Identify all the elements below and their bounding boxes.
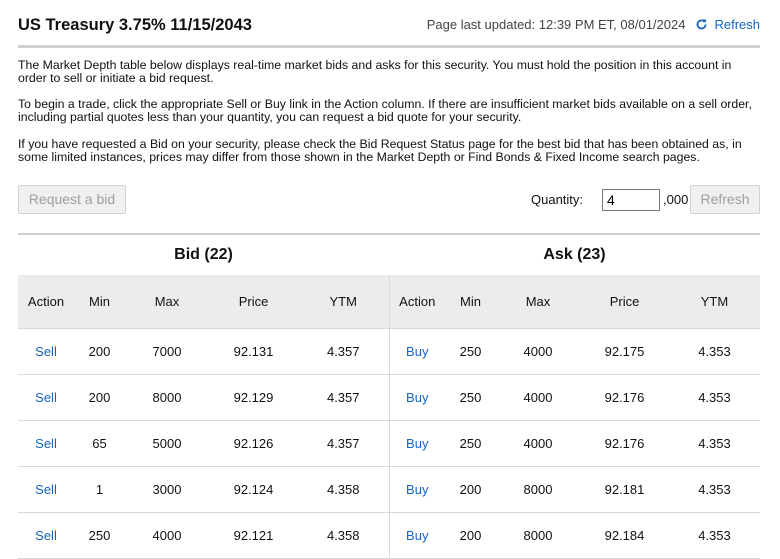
ask-ytm: 4.353 [669,512,760,559]
ask-col-max: Max [496,275,580,329]
sell-link[interactable]: Sell [35,528,57,543]
bid-price: 92.129 [209,374,298,421]
bid-min: 200 [74,374,125,421]
bid-ytm: 4.357 [298,374,389,421]
bid-col-min: Min [74,275,125,329]
ask-price: 92.175 [580,328,669,375]
sell-link[interactable]: Sell [35,436,57,451]
bid-max: 5000 [125,420,209,467]
quantity-suffix: ,000 [663,192,689,207]
bid-max: 4000 [125,512,209,559]
bid-min: 200 [74,328,125,375]
refresh-link-label: Refresh [714,17,760,32]
refresh-icon [697,19,707,30]
page-title: US Treasury 3.75% 11/15/2043 [18,16,252,34]
buy-link[interactable]: Buy [406,344,428,359]
bid-col-ytm: YTM [298,275,389,329]
refresh-link[interactable]: Refresh [695,17,760,32]
ask-col-price: Price [580,275,669,329]
ask-min: 250 [445,420,496,467]
bid-price: 92.131 [209,328,298,375]
buy-link[interactable]: Buy [406,482,428,497]
quantity-input[interactable] [602,189,660,211]
bid-col-action: Action [18,275,74,329]
sell-link[interactable]: Sell [35,344,57,359]
table-row: Sell 1 3000 92.124 4.358 Buy 200 8000 92… [18,466,760,513]
ask-ytm: 4.353 [669,374,760,421]
ask-price: 92.181 [580,466,669,513]
bid-min: 250 [74,512,125,559]
sell-link[interactable]: Sell [35,390,57,405]
intro-paragraph-2: To begin a trade, click the appropriate … [18,97,752,124]
table-row: Sell 250 4000 92.121 4.358 Buy 200 8000 … [18,512,760,559]
ask-max: 4000 [496,374,580,421]
ask-price: 92.176 [580,374,669,421]
ask-min: 250 [445,328,496,375]
buy-link[interactable]: Buy [406,390,428,405]
last-updated-bar: Page last updated: 12:39 PM ET, 08/01/20… [427,17,760,32]
bid-price: 92.124 [209,466,298,513]
buy-link[interactable]: Buy [406,436,428,451]
quantity-label: Quantity: [531,192,584,207]
intro-paragraph-3: If you have requested a Bid on your secu… [18,137,742,164]
ask-max: 4000 [496,328,580,375]
ask-max: 4000 [496,420,580,467]
bid-ytm: 4.358 [298,512,389,559]
table-row: Sell 200 8000 92.129 4.357 Buy 250 4000 … [18,374,760,421]
ask-col-action: Action [388,275,445,329]
ask-ytm: 4.353 [669,328,760,375]
section-divider [18,233,760,235]
intro-paragraph-1: The Market Depth table below displays re… [18,58,732,85]
bid-max: 3000 [125,466,209,513]
ask-min: 250 [445,374,496,421]
table-header-row: Action Min Max Price YTM Action Min Max … [18,275,760,329]
bid-min: 1 [74,466,125,513]
ask-ytm: 4.353 [669,466,760,513]
ask-max: 8000 [496,466,580,513]
bid-min: 65 [74,420,125,467]
bid-col-max: Max [125,275,209,329]
ask-price: 92.176 [580,420,669,467]
table-row: Sell 65 5000 92.126 4.357 Buy 250 4000 9… [18,420,760,467]
ask-max: 8000 [496,512,580,559]
last-updated-text: Page last updated: 12:39 PM ET, 08/01/20… [426,17,686,32]
bid-price: 92.121 [209,512,298,559]
header-divider [18,45,760,48]
bid-max: 7000 [125,328,209,375]
ask-col-ytm: YTM [669,275,760,329]
ask-price: 92.184 [580,512,669,559]
ask-heading: Ask (23) [543,246,606,263]
ask-ytm: 4.353 [669,420,760,467]
ask-col-min: Min [445,275,496,329]
bid-ytm: 4.358 [298,466,389,513]
bid-ytm: 4.357 [298,328,389,375]
bid-price: 92.126 [209,420,298,467]
sell-link[interactable]: Sell [35,482,57,497]
table-row: Sell 200 7000 92.131 4.357 Buy 250 4000 … [18,328,760,375]
request-bid-button[interactable]: Request a bid [18,185,126,214]
bid-ytm: 4.357 [298,420,389,467]
buy-link[interactable]: Buy [406,528,428,543]
bid-heading: Bid (22) [174,246,233,263]
ask-min: 200 [445,512,496,559]
quantity-refresh-button[interactable]: Refresh [690,185,760,214]
market-depth-table: Action Min Max Price YTM Action Min Max … [18,275,760,559]
page-header: US Treasury 3.75% 11/15/2043 Page last u… [18,16,760,44]
bid-max: 8000 [125,374,209,421]
bid-col-price: Price [209,275,298,329]
ask-min: 200 [445,466,496,513]
